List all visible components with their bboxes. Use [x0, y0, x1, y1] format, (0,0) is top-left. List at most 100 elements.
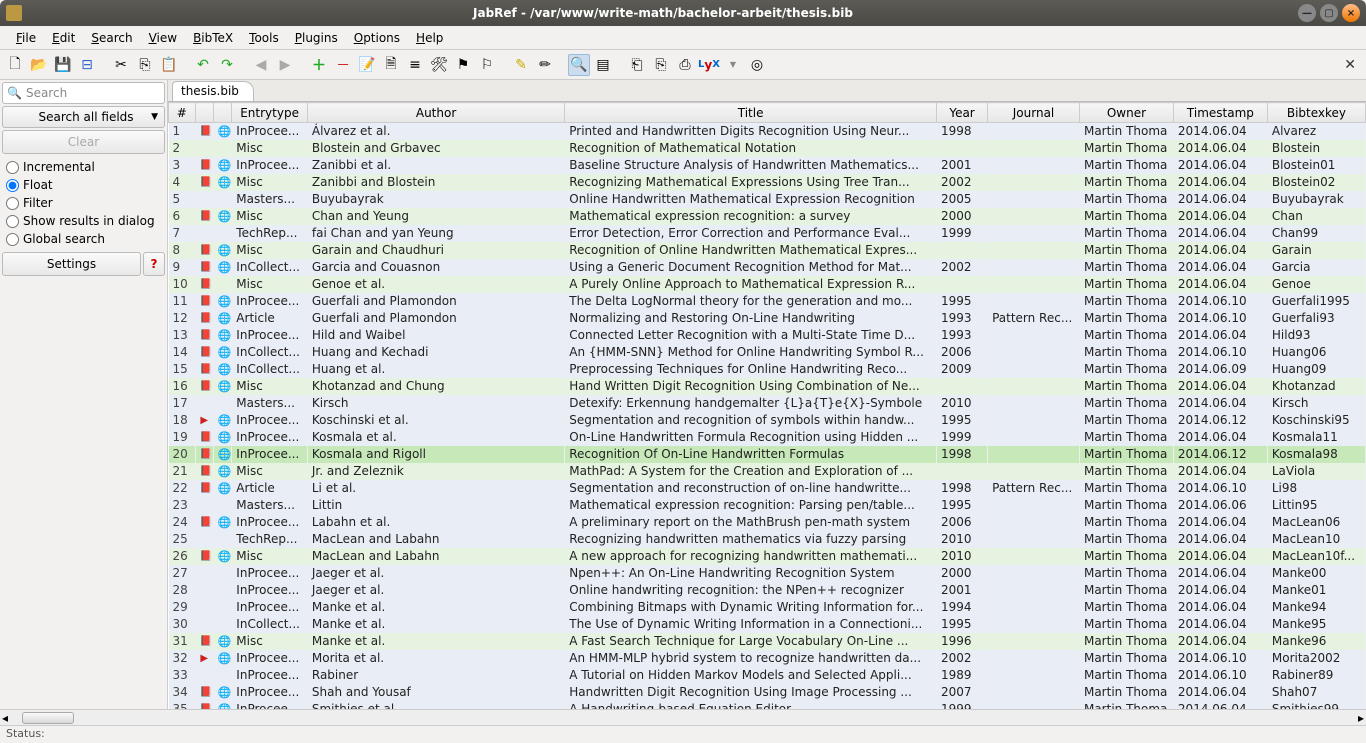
preview-icon[interactable]: ▤ [592, 54, 614, 76]
menu-tools[interactable]: Tools [241, 28, 287, 48]
col-icon[interactable] [195, 103, 213, 123]
mark-icon[interactable]: ⚑ [452, 54, 474, 76]
edit-entry-icon[interactable]: 📝 [356, 54, 378, 76]
table-row[interactable]: 3📕🌐InProcee...Zanibbi et al.Baseline Str… [169, 157, 1366, 174]
table-row[interactable]: 22📕🌐ArticleLi et al.Segmentation and rec… [169, 480, 1366, 497]
cut-icon[interactable]: ✂ [110, 54, 132, 76]
forward-icon[interactable]: ▶ [274, 54, 296, 76]
copy-icon[interactable]: ⎘ [134, 54, 156, 76]
highlight-icon[interactable]: ✎ [510, 54, 532, 76]
paste-icon[interactable]: 📋 [158, 54, 180, 76]
menu-options[interactable]: Options [346, 28, 408, 48]
delete-entry-icon[interactable]: － [332, 54, 354, 76]
table-row[interactable]: 19📕🌐InProcee...Kosmala et al.On-Line Han… [169, 429, 1366, 446]
close-tab-icon[interactable]: ✕ [1344, 57, 1356, 73]
table-row[interactable]: 23Masters...LittinMathematical expressio… [169, 497, 1366, 514]
table-row[interactable]: 10📕MiscGenoe et al.A Purely Online Appro… [169, 276, 1366, 293]
table-row[interactable]: 30InCollect...Manke et al.The Use of Dyn… [169, 616, 1366, 633]
col-Timestamp[interactable]: Timestamp [1173, 103, 1267, 123]
oo-icon[interactable]: ◎ [746, 54, 768, 76]
table-row[interactable]: 34📕🌐InProcee...Shah and YousafHandwritte… [169, 684, 1366, 701]
table-row[interactable]: 17Masters...KirschDetexify: Erkennung ha… [169, 395, 1366, 412]
col-Journal[interactable]: Journal [988, 103, 1080, 123]
table-row[interactable]: 31📕🌐MiscManke et al.A Fast Search Techni… [169, 633, 1366, 650]
scrollbar-thumb[interactable] [22, 712, 74, 724]
table-row[interactable]: 7TechRep...fai Chan and yan YeungError D… [169, 225, 1366, 242]
table-row[interactable]: 32▶🌐InProcee...Morita et al.An HMM-MLP h… [169, 650, 1366, 667]
close-button[interactable]: × [1342, 4, 1360, 22]
edit-strings-icon[interactable]: 🗎 [380, 54, 402, 76]
redo-icon[interactable]: ↷ [216, 54, 238, 76]
help-icon[interactable]: ? [143, 252, 165, 276]
search-mode-incremental[interactable]: Incremental [6, 158, 161, 176]
scroll-left-icon[interactable]: ◂ [0, 711, 10, 725]
clear-button[interactable]: Clear [2, 130, 165, 154]
search-field-dropdown[interactable]: Search all fields ▼ [2, 106, 165, 128]
table-row[interactable]: 6📕🌐MiscChan and YeungMathematical expres… [169, 208, 1366, 225]
push2-icon[interactable]: ⎘ [650, 54, 672, 76]
undo-icon[interactable]: ↶ [192, 54, 214, 76]
table-row[interactable]: 27InProcee...Jaeger et al.Npen++: An On-… [169, 565, 1366, 582]
table-row[interactable]: 18▶🌐InProcee...Koschinski et al.Segmenta… [169, 412, 1366, 429]
table-row[interactable]: 29InProcee...Manke et al.Combining Bitma… [169, 599, 1366, 616]
table-row[interactable]: 4📕🌐MiscZanibbi and BlosteinRecognizing M… [169, 174, 1366, 191]
menu-file[interactable]: File [8, 28, 44, 48]
col-Year[interactable]: Year [937, 103, 988, 123]
menu-view[interactable]: View [141, 28, 185, 48]
table-row[interactable]: 5Masters...BuyubayrakOnline Handwritten … [169, 191, 1366, 208]
search-mode-filter[interactable]: Filter [6, 194, 161, 212]
edit-icon[interactable]: ✏ [534, 54, 556, 76]
tab-thesis[interactable]: thesis.bib [172, 81, 254, 101]
menu-search[interactable]: Search [83, 28, 140, 48]
col-Bibtexkey[interactable]: Bibtexkey [1267, 103, 1365, 123]
search-mode-float[interactable]: Float [6, 176, 161, 194]
preamble-icon[interactable]: ≡ [404, 54, 426, 76]
menu-plugins[interactable]: Plugins [287, 28, 346, 48]
table-row[interactable]: 2MiscBlostein and GrbavecRecognition of … [169, 140, 1366, 157]
table-row[interactable]: 9📕🌐InCollect...Garcia and CouasnonUsing … [169, 259, 1366, 276]
table-row[interactable]: 25TechRep...MacLean and LabahnRecognizin… [169, 531, 1366, 548]
col-#[interactable]: # [169, 103, 196, 123]
minimize-button[interactable]: — [1298, 4, 1316, 22]
search-mode-show-results-in-dialog[interactable]: Show results in dialog [6, 212, 161, 230]
dropdown-icon[interactable]: ▼ [722, 54, 744, 76]
table-row[interactable]: 33InProcee...RabinerA Tutorial on Hidden… [169, 667, 1366, 684]
table-row[interactable]: 24📕🌐InProcee...Labahn et al.A preliminar… [169, 514, 1366, 531]
table-row[interactable]: 35📕🌐InProcee...Smithies et al.A Handwrit… [169, 701, 1366, 710]
search-toggle-icon[interactable]: 🔍 [568, 54, 590, 76]
table-row[interactable]: 8📕🌐MiscGarain and ChaudhuriRecognition o… [169, 242, 1366, 259]
add-entry-icon[interactable]: ＋ [308, 54, 330, 76]
col-Author[interactable]: Author [307, 103, 564, 123]
table-row[interactable]: 12📕🌐ArticleGuerfali and PlamondonNormali… [169, 310, 1366, 327]
menu-help[interactable]: Help [408, 28, 451, 48]
table-row[interactable]: 26📕🌐MiscMacLean and LabahnA new approach… [169, 548, 1366, 565]
entry-table[interactable]: # EntrytypeAuthorTitleYearJournalOwnerTim… [168, 102, 1366, 709]
save-all-icon[interactable]: ⊟ [76, 54, 98, 76]
table-row[interactable]: 11📕🌐InProcee...Guerfali and PlamondonThe… [169, 293, 1366, 310]
table-row[interactable]: 1📕🌐InProcee...Álvarez et al.Printed and … [169, 123, 1366, 140]
tool-icon[interactable]: 🛠 [428, 54, 450, 76]
new-db-icon[interactable]: 🗋 [4, 54, 26, 76]
horizontal-scrollbar[interactable]: ◂ ▸ [0, 709, 1366, 725]
col-Owner[interactable]: Owner [1079, 103, 1173, 123]
push3-icon[interactable]: ⎙ [674, 54, 696, 76]
table-row[interactable]: 13📕🌐InProcee...Hild and WaibelConnected … [169, 327, 1366, 344]
table-row[interactable]: 14📕🌐InCollect...Huang and KechadiAn {HMM… [169, 344, 1366, 361]
save-icon[interactable]: 💾 [52, 54, 74, 76]
table-row[interactable]: 20📕🌐InProcee...Kosmala and RigollRecogni… [169, 446, 1366, 463]
scroll-right-icon[interactable]: ▸ [1356, 711, 1366, 725]
table-row[interactable]: 16📕🌐MiscKhotanzad and ChungHand Written … [169, 378, 1366, 395]
table-row[interactable]: 15📕🌐InCollect...Huang et al.Preprocessin… [169, 361, 1366, 378]
search-mode-global-search[interactable]: Global search [6, 230, 161, 248]
col-Title[interactable]: Title [565, 103, 937, 123]
table-row[interactable]: 28InProcee...Jaeger et al.Online handwri… [169, 582, 1366, 599]
push1-icon[interactable]: ⎗ [626, 54, 648, 76]
menu-edit[interactable]: Edit [44, 28, 83, 48]
settings-button[interactable]: Settings [2, 252, 141, 276]
table-row[interactable]: 21📕🌐MiscJr. and ZeleznikMathPad: A Syste… [169, 463, 1366, 480]
menu-bibtex[interactable]: BibTeX [185, 28, 241, 48]
maximize-button[interactable]: ▢ [1320, 4, 1338, 22]
col-icon[interactable] [213, 103, 231, 123]
back-icon[interactable]: ◀ [250, 54, 272, 76]
col-Entrytype[interactable]: Entrytype [232, 103, 308, 123]
